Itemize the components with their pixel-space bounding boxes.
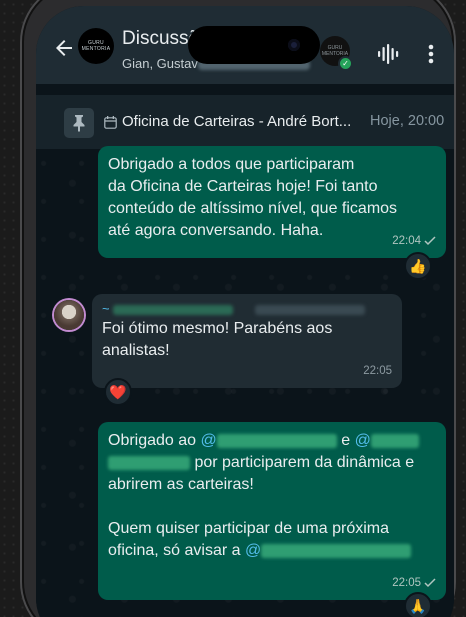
message-line: conteúdo de altíssimo nível, que ficamos [108, 200, 398, 217]
camera-icon [288, 39, 300, 51]
mention-link[interactable]: @ [355, 432, 419, 449]
calendar-icon [104, 116, 117, 129]
message-meta: 22:05 [392, 572, 436, 594]
mention-blurred [216, 433, 337, 448]
reaction-badge[interactable]: 🙏 [404, 592, 432, 617]
message-line: abrirem as carteiras! [108, 476, 254, 493]
reaction-badge[interactable]: 👍 [404, 252, 432, 280]
sender-name[interactable]: ~ [102, 300, 392, 318]
dynamic-island [188, 26, 320, 64]
check-badge-icon: ✓ [338, 56, 353, 71]
pinned-message-time: Hoje, 20:00 [370, 113, 445, 129]
message-meta: 22:05 [363, 360, 392, 382]
message-line: da Oficina de Carteiras hoje! Foi tanto [108, 178, 378, 195]
message-line: Quem quiser participar de uma próxima [108, 520, 390, 537]
mention-blurred [370, 433, 419, 448]
message-line: até agora conversando. Haha. [108, 222, 324, 239]
message-line: analistas! [102, 342, 170, 359]
reaction-badge[interactable]: ❤️ [104, 378, 132, 406]
message-time: 22:05 [392, 577, 421, 589]
sender-name-blurred [113, 304, 234, 315]
message-meta: 22:04 [392, 230, 436, 252]
outgoing-message[interactable]: Obrigado a todos que participaram da Ofi… [98, 146, 446, 258]
group-avatar[interactable]: GURU MENTORIA [78, 28, 114, 64]
read-check-icon [424, 578, 436, 588]
group-avatar-text: GURU MENTORIA [81, 40, 111, 52]
message-line: Obrigado ao @ e @ [108, 430, 436, 452]
sender-avatar[interactable] [54, 300, 84, 330]
message-line: Foi ótimo mesmo! Parabéns aos [102, 320, 333, 337]
pinned-message-text: Oficina de Carteiras - André Bort... [122, 113, 352, 130]
mention-link[interactable]: @ [245, 542, 412, 559]
pin-icon [64, 108, 94, 138]
chat-screen: GURU MENTORIA Discussõ Gian, Gustav GURU… [36, 6, 454, 617]
message-time: 22:04 [392, 235, 421, 247]
voice-waveform-icon[interactable] [377, 44, 399, 64]
incoming-message[interactable]: ~ Foi ótimo mesmo! Parabéns aos analista… [92, 294, 402, 388]
chat-header: GURU MENTORIA Discussõ Gian, Gustav GURU… [36, 6, 454, 84]
arrow-left-icon[interactable] [52, 36, 76, 60]
read-check-icon [424, 236, 436, 246]
mention-blurred [261, 543, 412, 558]
sender-phone-blurred [254, 304, 365, 315]
participants-text: Gian, Gustav [122, 56, 198, 71]
outgoing-message[interactable]: Obrigado ao @ e @ por participarem da di… [98, 422, 446, 600]
mention-blurred [108, 455, 190, 470]
message-line: Obrigado a todos que participaram [108, 156, 355, 173]
message-line: oficina, só avisar a @ [108, 540, 436, 562]
message-time: 22:05 [363, 365, 392, 377]
pinned-message-bar[interactable]: Oficina de Carteiras - André Bort... Hoj… [36, 95, 454, 149]
more-vertical-icon[interactable] [428, 44, 434, 64]
mention-link[interactable]: @ [201, 432, 337, 449]
message-line: por participarem da dinâmica e [108, 452, 436, 474]
